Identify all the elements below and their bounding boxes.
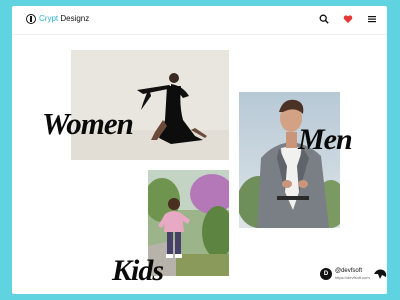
- designer-mark-icon: [373, 269, 386, 279]
- top-bar: Crypt Designz: [12, 6, 387, 34]
- search-icon[interactable]: [319, 14, 329, 24]
- men-category-label[interactable]: Men: [298, 123, 353, 157]
- women-category-label[interactable]: Women: [42, 106, 134, 142]
- designer-credit: @devfsoft https://devfsoft.com: [335, 268, 370, 280]
- menu-icon[interactable]: [367, 14, 377, 24]
- designer-url: https://devfsoft.com: [335, 275, 370, 280]
- brand-name: Crypt Designz: [39, 13, 89, 25]
- brand-name-accent: Crypt: [39, 14, 59, 23]
- app-card: Crypt Designz Women Men Kids D @devfsoft…: [12, 6, 387, 294]
- women-category-image[interactable]: [71, 50, 229, 160]
- designer-signature: D @devfsoft https://devfsoft.com: [320, 268, 387, 280]
- designer-badge: D: [320, 268, 332, 280]
- brand-name-rest: Designz: [58, 14, 90, 23]
- men-category-image[interactable]: [239, 92, 340, 228]
- heart-icon[interactable]: [343, 14, 353, 24]
- toolbar-icons: [319, 14, 377, 24]
- logo-icon: [26, 14, 36, 24]
- designer-handle: @devfsoft: [335, 268, 363, 274]
- kids-category-label[interactable]: Kids: [112, 254, 164, 288]
- brand-logo[interactable]: Crypt Designz: [26, 13, 89, 25]
- header-divider: [12, 34, 387, 35]
